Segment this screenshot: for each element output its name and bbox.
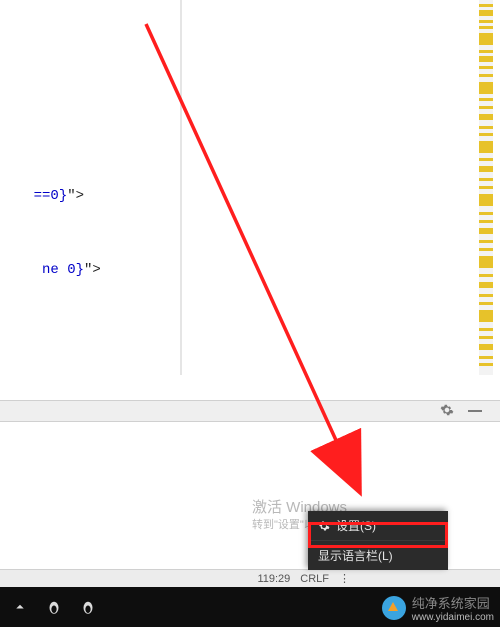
watermark-title: 纯净系统家园 (412, 593, 494, 612)
qq-penguin-icon[interactable] (76, 595, 100, 619)
ime-context-menu: 设置(S) 显示语言栏(L) (308, 511, 448, 570)
site-watermark: 纯净系统家园 www.yidaimei.com (382, 593, 494, 623)
editor-main[interactable]: ==0}"> ne 0}"> (0, 0, 500, 400)
panel-minimize[interactable] (468, 410, 482, 412)
editor-split-divider (180, 0, 182, 375)
qq-penguin-icon[interactable] (42, 595, 66, 619)
minimap-track[interactable] (479, 0, 493, 375)
code-attr: ne 0} (34, 262, 84, 278)
code-line-2[interactable]: ne 0}"> (0, 246, 101, 294)
code-line-1[interactable]: ==0}"> (0, 172, 84, 220)
ime-langbar-label: 显示语言栏(L) (318, 547, 393, 564)
code-punc: "> (67, 188, 84, 204)
ime-settings-label: 设置(S) (336, 517, 376, 534)
status-more-icon[interactable]: ⋮ (339, 572, 350, 585)
gear-icon (318, 520, 330, 532)
editor-minimap[interactable] (467, 0, 493, 375)
watermark-logo-icon (382, 596, 406, 620)
gear-icon[interactable] (440, 403, 454, 420)
panel-toolbar (0, 400, 500, 422)
ime-language-bar-item[interactable]: 显示语言栏(L) (308, 540, 448, 570)
code-punc: "> (84, 262, 101, 278)
editor-status-bar: 119:29 CRLF ⋮ (0, 569, 500, 587)
ime-settings-item[interactable]: 设置(S) (308, 511, 448, 540)
cursor-position[interactable]: 119:29 (257, 573, 290, 585)
line-endings[interactable]: CRLF (300, 573, 329, 585)
tray-chevron-up-icon[interactable] (8, 595, 32, 619)
watermark-url: www.yidaimei.com (412, 612, 494, 623)
code-attr: ==0} (34, 188, 68, 204)
